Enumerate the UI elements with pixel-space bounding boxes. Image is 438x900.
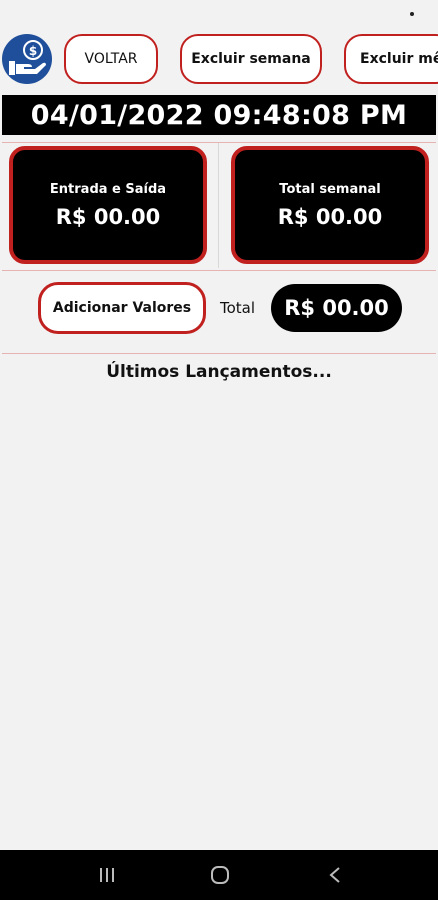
top-toolbar: $ VOLTAR Excluir semana Excluir mês	[0, 30, 438, 90]
svg-text:$: $	[29, 44, 37, 58]
back-icon[interactable]	[315, 860, 355, 890]
datetime-text: 04/01/2022 09:48:08 PM	[30, 99, 408, 131]
total-value: R$ 00.00	[284, 296, 389, 320]
add-values-label: Adicionar Valores	[52, 300, 192, 316]
in-out-title: Entrada e Saída	[49, 181, 167, 197]
divider	[2, 142, 436, 143]
vertical-divider	[218, 143, 219, 268]
divider	[2, 270, 436, 271]
total-value-badge: R$ 00.00	[271, 284, 402, 332]
delete-week-button[interactable]: Excluir semana	[180, 34, 322, 84]
delete-week-label: Excluir semana	[191, 51, 311, 67]
back-button[interactable]: VOLTAR	[64, 34, 158, 84]
add-values-button[interactable]: Adicionar Valores	[38, 282, 206, 334]
weekly-total-title: Total semanal	[279, 181, 381, 197]
recents-icon[interactable]	[87, 860, 127, 890]
system-nav-bar	[0, 850, 438, 900]
weekly-total-value: R$ 00.00	[277, 204, 383, 229]
status-bar	[0, 0, 438, 28]
delete-month-label: Excluir mês	[360, 51, 438, 67]
datetime-display: 04/01/2022 09:48:08 PM	[2, 95, 436, 135]
recent-entries-title: Últimos Lançamentos...	[106, 362, 332, 382]
weekly-total-card: Total semanal R$ 00.00	[231, 146, 429, 264]
total-label: Total	[220, 299, 256, 317]
back-button-label: VOLTAR	[84, 51, 138, 67]
notification-dot	[410, 12, 414, 16]
in-out-card: Entrada e Saída R$ 00.00	[9, 146, 207, 264]
in-out-value: R$ 00.00	[55, 204, 161, 229]
divider	[2, 353, 436, 354]
money-hand-icon[interactable]: $	[2, 34, 52, 84]
home-icon[interactable]	[200, 860, 240, 890]
delete-month-button[interactable]: Excluir mês	[344, 34, 438, 84]
